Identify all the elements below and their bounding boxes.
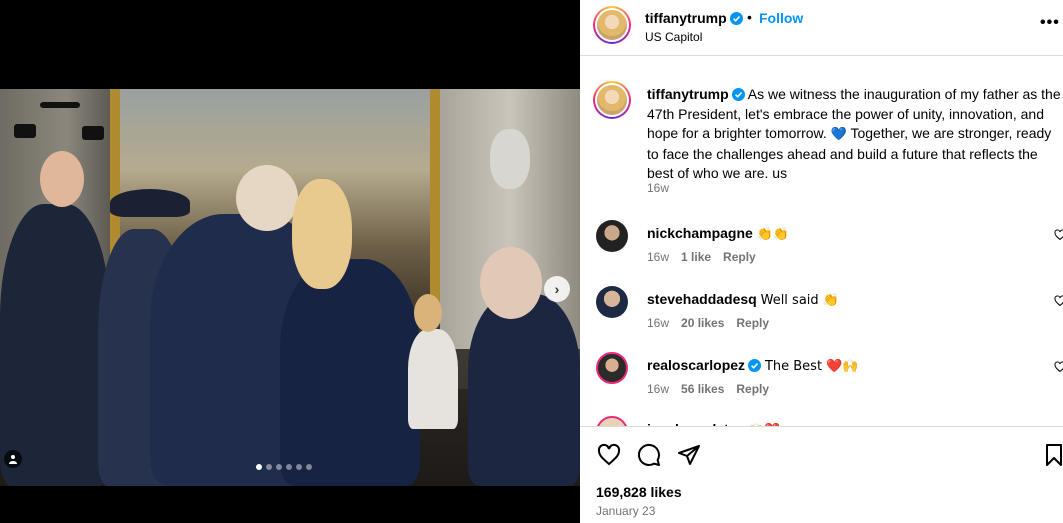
comments-panel[interactable]: tiffanytrump As we witness the inaugurat… bbox=[580, 57, 1063, 426]
carousel-dots bbox=[256, 464, 312, 470]
comment-reply-button[interactable]: Reply bbox=[723, 250, 756, 264]
caption-text: tiffanytrump As we witness the inaugurat… bbox=[647, 85, 1063, 184]
post-actions: 169,828 likes January 23 bbox=[580, 426, 1063, 523]
comment-meta: 16w 56 likes Reply bbox=[647, 382, 770, 396]
tagged-users-icon[interactable] bbox=[4, 450, 22, 468]
comment-meta: 16w 20 likes Reply bbox=[647, 316, 770, 330]
carousel-dot bbox=[286, 464, 292, 470]
comment-username[interactable]: realoscarlopez bbox=[647, 357, 745, 373]
photo-head-left bbox=[40, 151, 84, 207]
comment-avatar[interactable] bbox=[596, 220, 628, 252]
comment-likes[interactable]: 20 likes bbox=[681, 316, 724, 330]
post-header: tiffanytrump • Follow US Capitol ••• bbox=[580, 0, 1063, 56]
post-location[interactable]: US Capitol bbox=[645, 30, 702, 44]
comment-username[interactable]: stevehaddadesq bbox=[647, 291, 757, 307]
like-comment-icon[interactable] bbox=[1054, 229, 1063, 241]
comment-reply-button[interactable]: Reply bbox=[736, 382, 769, 396]
caption-age: 16w bbox=[647, 181, 670, 195]
comment-text: realoscarlopez The Best ❤️🙌 bbox=[647, 357, 859, 374]
photo-head-blonde bbox=[292, 179, 352, 289]
comment-likes[interactable]: 56 likes bbox=[681, 382, 724, 396]
comment-avatar[interactable] bbox=[596, 416, 628, 426]
verified-icon bbox=[748, 359, 762, 372]
photo-head-right bbox=[480, 247, 542, 319]
comment-reply-button[interactable]: Reply bbox=[736, 316, 769, 330]
photo-stage-lights bbox=[10, 94, 110, 140]
author-avatar[interactable] bbox=[593, 6, 631, 44]
photo-head-embrace bbox=[236, 165, 298, 231]
carousel-dot bbox=[296, 464, 302, 470]
carousel-dot bbox=[256, 464, 262, 470]
like-icon[interactable] bbox=[597, 443, 621, 467]
header-separator: • bbox=[747, 9, 752, 25]
comment-avatar[interactable] bbox=[596, 286, 628, 318]
verified-icon bbox=[729, 12, 743, 25]
carousel-dot bbox=[276, 464, 282, 470]
photo-hat bbox=[110, 189, 190, 217]
comment-username[interactable]: nickchampagne bbox=[647, 225, 753, 241]
comment-item: ivankaundates 🙌❤️ bbox=[593, 416, 1063, 426]
follow-button[interactable]: Follow bbox=[759, 10, 803, 26]
comment-text: stevehaddadesq Well said 👏 bbox=[647, 291, 839, 308]
author-username[interactable]: tiffanytrump bbox=[645, 10, 743, 26]
caption-avatar[interactable] bbox=[593, 81, 631, 119]
more-options-icon[interactable]: ••• bbox=[1040, 14, 1060, 32]
caption-username[interactable]: tiffanytrump bbox=[647, 86, 729, 102]
photo-person-bg bbox=[408, 329, 458, 429]
post-sidebar: tiffanytrump • Follow US Capitol ••• tif… bbox=[580, 0, 1063, 523]
post-media[interactable]: › bbox=[0, 0, 580, 523]
carousel-next-button[interactable]: › bbox=[544, 276, 570, 302]
comment-text: nickchampagne 👏👏 bbox=[647, 225, 790, 242]
comment-avatar[interactable] bbox=[596, 352, 628, 384]
likes-count[interactable]: 169,828 likes bbox=[596, 484, 682, 500]
verified-icon bbox=[731, 88, 745, 101]
share-icon[interactable] bbox=[677, 443, 701, 467]
like-comment-icon[interactable] bbox=[1054, 295, 1063, 307]
comment-icon[interactable] bbox=[637, 443, 661, 467]
post-date: January 23 bbox=[596, 504, 656, 518]
comment-item: realoscarlopez The Best ❤️🙌 16w 56 likes R… bbox=[593, 352, 1063, 412]
like-comment-icon[interactable] bbox=[1054, 361, 1063, 373]
save-icon[interactable] bbox=[1042, 443, 1063, 467]
photo-person-left bbox=[0, 204, 110, 486]
comment-likes[interactable]: 1 like bbox=[681, 250, 711, 264]
comment-meta: 16w 1 like Reply bbox=[647, 250, 756, 264]
caption-emoji-heart: 💙 bbox=[830, 127, 847, 142]
photo-bust bbox=[490, 129, 530, 189]
photo-head-bg bbox=[414, 294, 442, 332]
post-photo[interactable] bbox=[0, 89, 580, 486]
comment-item: nickchampagne 👏👏 16w 1 like Reply bbox=[593, 220, 1063, 280]
carousel-dot bbox=[306, 464, 312, 470]
photo-person-blonde bbox=[280, 259, 420, 486]
photo-person-right bbox=[468, 294, 580, 486]
carousel-dot bbox=[266, 464, 272, 470]
comment-item: stevehaddadesq Well said 👏 16w 20 likes Re… bbox=[593, 286, 1063, 346]
